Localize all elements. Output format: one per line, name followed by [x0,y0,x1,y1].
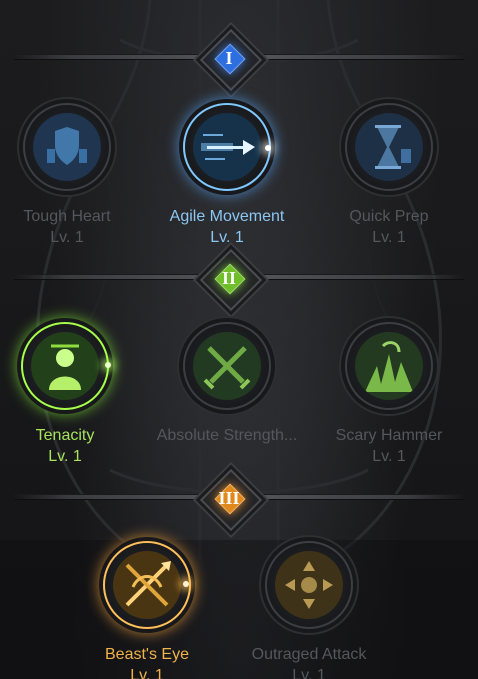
skill-absolute-strength[interactable]: Absolute Strength... [152,322,302,446]
skill-name: Quick Prep [349,208,429,225]
skill-name: Agile Movement [169,208,285,225]
skill-slot [21,322,109,410]
glow-spark [105,362,111,368]
hourglass-icon [355,113,423,181]
tier-1-numeral: I [225,48,233,68]
skill-name: Tough Heart [23,208,111,225]
shield-icon [33,113,101,181]
skill-agile-movement[interactable]: Agile Movement Lv. 1 [152,103,302,249]
skill-name: Outraged Attack [251,646,367,663]
skill-outraged-attack[interactable]: Outraged Attack Lv. 1 [234,541,384,679]
skill-slot [183,322,271,410]
skill-slot [183,103,271,191]
skill-name: Absolute Strength... [156,427,298,444]
skill-slot [345,322,433,410]
skill-tenacity[interactable]: Tenacity Lv. 1 [0,322,140,468]
skill-slot [23,103,111,191]
dash-arrow-icon [193,113,261,181]
skill-tough-heart[interactable]: Tough Heart Lv. 1 [0,103,142,249]
crossed-arrows-icon [113,551,181,619]
skill-name: Scary Hammer [335,427,443,444]
skill-level: Lv. 1 [130,667,164,679]
skill-level: Lv. 1 [48,448,82,465]
skill-level: Lv. 1 [210,229,244,246]
skill-slot [345,103,433,191]
skill-name: Beast's Eye [105,646,189,663]
skill-tree-panel: I II III Tough Heart Lv. 1 Agile Movemen… [0,0,478,679]
crossed-swords-icon [193,332,261,400]
four-arrows-icon [275,551,343,619]
tier-2-numeral: II [221,268,236,288]
glow-spark [183,581,189,587]
skill-level: Lv. 1 [292,667,326,679]
skill-beasts-eye[interactable]: Beast's Eye Lv. 1 [72,541,222,679]
skill-level: Lv. 1 [50,229,84,246]
skill-level: Lv. 1 [372,448,406,465]
skill-scary-hammer[interactable]: Scary Hammer Lv. 1 [314,322,464,468]
skill-slot [265,541,353,629]
skill-slot [103,541,191,629]
tier-3-numeral: III [218,488,240,508]
hammer-burst-icon [355,332,423,400]
skill-level: Lv. 1 [372,229,406,246]
warrior-silhouette-icon [31,332,99,400]
skill-name: Tenacity [35,427,95,444]
skill-quick-prep[interactable]: Quick Prep Lv. 1 [314,103,464,249]
glow-spark [265,145,271,151]
